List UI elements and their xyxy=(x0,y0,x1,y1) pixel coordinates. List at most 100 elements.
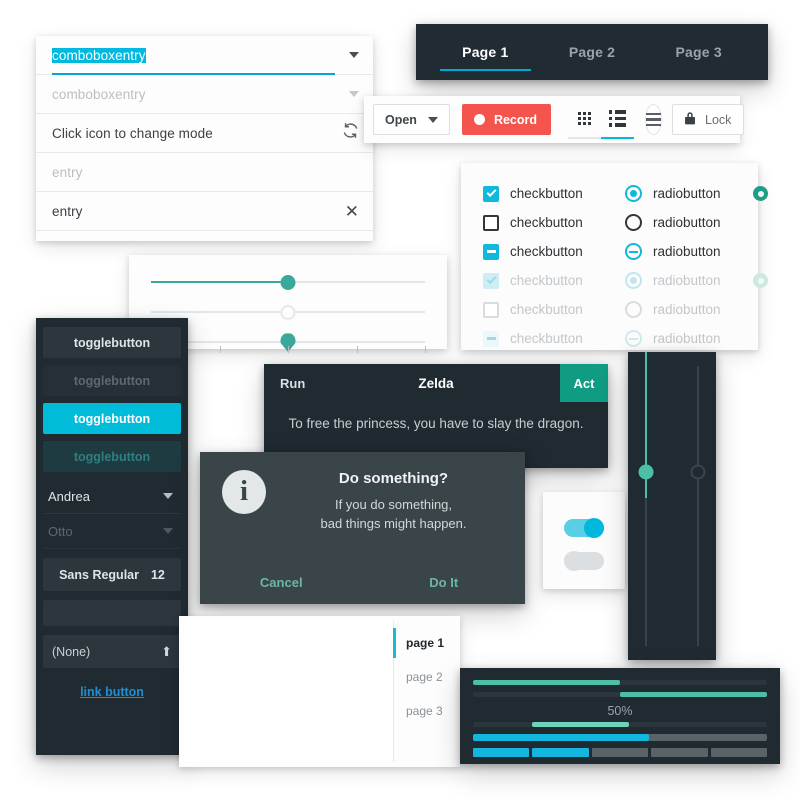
tab-page-3-label: Page 3 xyxy=(675,44,722,60)
notebook-content-area xyxy=(184,621,394,762)
entry-with-clear-row[interactable]: entry ✕ xyxy=(36,192,373,231)
entry-placeholder-text[interactable]: entry xyxy=(52,165,83,180)
radiobutton-label: radiobutton xyxy=(653,244,721,259)
mode-entry-row[interactable]: Click icon to change mode xyxy=(36,114,373,153)
slider-fill xyxy=(151,281,288,283)
notebook-page-3[interactable]: page 3 xyxy=(394,694,460,728)
togglebutton-active[interactable]: togglebutton xyxy=(43,403,181,434)
slider-track xyxy=(697,366,699,646)
radiobutton-unselected-disabled: radiobutton xyxy=(625,295,753,324)
comboboxentry-disabled-value: comboboxentry xyxy=(52,86,146,102)
slider-hollow[interactable] xyxy=(151,303,425,321)
slider-handle[interactable] xyxy=(638,464,654,480)
spinner-disabled-cell xyxy=(753,266,780,295)
radiobutton-label: radiobutton xyxy=(653,302,721,317)
grid-view-icon xyxy=(577,111,592,126)
chevron-down-icon[interactable] xyxy=(349,52,359,58)
act-button[interactable]: Act xyxy=(560,364,608,402)
clear-icon[interactable]: ✕ xyxy=(345,203,359,220)
vertical-sliders-panel xyxy=(628,352,716,660)
widgets-sidebar: togglebutton togglebutton togglebutton t… xyxy=(36,318,188,755)
switch-on[interactable] xyxy=(564,517,604,538)
checkbutton-label: checkbutton xyxy=(510,331,583,346)
cancel-button[interactable]: Cancel xyxy=(200,575,363,590)
lock-button[interactable]: Lock xyxy=(672,104,745,135)
toolbar: Open Record Lock xyxy=(364,96,745,143)
progressbar-teal-middle xyxy=(473,722,767,727)
mode-entry-value[interactable]: Click icon to change mode xyxy=(52,126,213,141)
progress-fill xyxy=(531,722,629,727)
radiobutton-selected[interactable]: radiobutton xyxy=(625,179,753,208)
entry-placeholder-row[interactable]: entry xyxy=(36,153,373,192)
do-something-actions: Cancel Do It xyxy=(200,560,525,604)
zelda-headerbar: Run Zelda Act xyxy=(264,364,608,402)
radiobutton-unselected[interactable]: radiobutton xyxy=(625,208,753,237)
notebook-panel: page 1 page 2 page 3 xyxy=(179,616,460,767)
slider-handle[interactable] xyxy=(280,275,296,290)
switches-panel xyxy=(543,492,625,589)
slider-handle[interactable] xyxy=(280,305,296,320)
notebook-page-list: page 1 page 2 page 3 xyxy=(393,616,460,767)
radio-selected-disabled-icon xyxy=(625,272,642,289)
tab-page-3[interactable]: Page 3 xyxy=(645,24,752,80)
file-chooser-button[interactable]: (None) ⬆ xyxy=(43,635,181,668)
chevron-down-icon xyxy=(349,91,359,97)
progress-fill xyxy=(620,692,767,697)
entries-panel: comboboxentry comboboxentry Click icon t… xyxy=(36,36,373,241)
font-button[interactable]: Sans Regular 12 xyxy=(43,558,181,591)
slider-handle[interactable] xyxy=(690,464,706,480)
color-button[interactable] xyxy=(43,600,181,626)
checkbutton-label: checkbutton xyxy=(510,273,583,288)
combobox-otto-value: Otto xyxy=(48,523,73,539)
list-view-button[interactable] xyxy=(601,101,635,139)
checkbutton-checked[interactable]: checkbutton xyxy=(483,179,625,208)
radiobutton-label: radiobutton xyxy=(653,215,721,230)
switch-off-row xyxy=(543,544,625,577)
empty-cell xyxy=(753,295,780,324)
chevron-down-icon xyxy=(163,493,173,499)
progressbar-teal-left xyxy=(473,680,767,685)
record-button[interactable]: Record xyxy=(461,104,552,135)
checkbutton-mixed[interactable]: checkbutton xyxy=(483,237,625,266)
togglebutton-normal[interactable]: togglebutton xyxy=(43,327,181,358)
slider-filled[interactable] xyxy=(151,273,425,291)
font-family-label: Sans Regular xyxy=(59,567,139,582)
checkbox-checked-icon xyxy=(483,185,499,202)
tab-page-2[interactable]: Page 2 xyxy=(539,24,646,80)
radiobutton-mixed-disabled: radiobutton xyxy=(625,324,753,353)
notebook-page-2[interactable]: page 2 xyxy=(394,660,460,694)
lock-button-label: Lock xyxy=(705,112,732,127)
grid-view-button[interactable] xyxy=(568,101,602,139)
open-button[interactable]: Open xyxy=(373,104,450,135)
page-tabbar: Page 1 Page 2 Page 3 xyxy=(416,24,768,80)
comboboxentry-selected-row[interactable]: comboboxentry xyxy=(36,36,373,75)
do-something-line1: If you do something, xyxy=(334,497,453,512)
checkbox-checked-disabled-icon xyxy=(483,272,499,289)
tab-page-1[interactable]: Page 1 xyxy=(432,24,539,80)
refresh-icon[interactable] xyxy=(342,122,359,144)
vertical-sliders-wrap xyxy=(628,352,716,646)
upload-icon: ⬆ xyxy=(161,643,172,659)
do-it-button[interactable]: Do It xyxy=(363,575,526,590)
checkbox-mixed-icon xyxy=(483,243,499,260)
checkbox-mixed-disabled-icon xyxy=(483,330,499,347)
combobox-andrea[interactable]: Andrea xyxy=(43,479,181,514)
vertical-slider-filled[interactable] xyxy=(638,352,654,646)
progressbar-teal-right xyxy=(473,692,767,697)
radiobutton-mixed[interactable]: radiobutton xyxy=(625,237,753,266)
checkbutton-label: checkbutton xyxy=(510,302,583,317)
menu-button[interactable] xyxy=(645,104,663,135)
entry-value[interactable]: entry xyxy=(52,204,83,219)
vertical-slider-hollow[interactable] xyxy=(690,366,706,646)
notebook-page-1[interactable]: page 1 xyxy=(393,626,460,660)
checkbutton-unchecked[interactable]: checkbutton xyxy=(483,208,625,237)
do-something-dialog: i Do something? If you do something, bad… xyxy=(200,452,525,604)
switch-off[interactable] xyxy=(564,550,604,571)
checkbutton-label: checkbutton xyxy=(510,215,583,230)
link-button[interactable]: link button xyxy=(43,685,181,699)
file-chooser-label: (None) xyxy=(52,644,91,659)
open-button-label: Open xyxy=(385,112,417,127)
comboboxentry-selected-value[interactable]: comboboxentry xyxy=(52,47,146,63)
empty-cell xyxy=(753,237,780,266)
chevron-down-icon xyxy=(163,528,173,534)
